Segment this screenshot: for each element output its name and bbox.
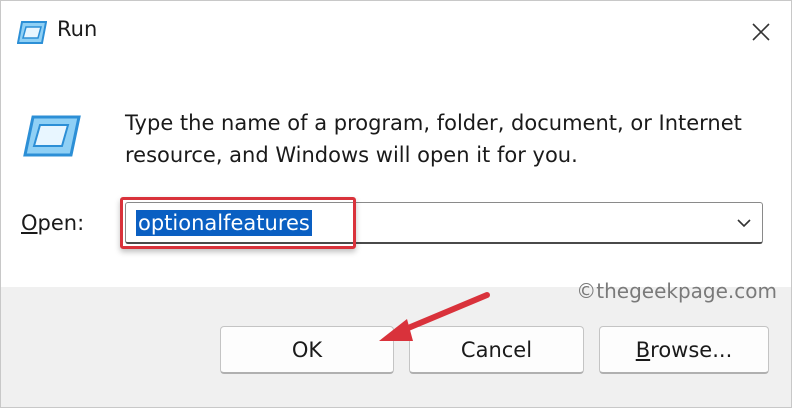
open-label-accelerator: O bbox=[21, 211, 38, 235]
ok-button[interactable]: OK bbox=[220, 326, 394, 374]
watermark: ©thegeekpage.com bbox=[576, 279, 777, 303]
ok-button-label: OK bbox=[291, 337, 323, 362]
open-label-text: pen: bbox=[37, 211, 85, 235]
close-icon bbox=[752, 23, 770, 41]
browse-button-label: rowse... bbox=[650, 337, 733, 362]
run-app-icon bbox=[23, 115, 81, 157]
close-button[interactable] bbox=[731, 1, 791, 63]
annotation-highlight-box bbox=[120, 197, 356, 249]
window-title: Run bbox=[57, 17, 98, 41]
run-app-icon bbox=[17, 21, 47, 44]
browse-button[interactable]: Browse... bbox=[599, 326, 769, 374]
run-dialog-window: Run Type the name of a program, folder, … bbox=[0, 0, 792, 408]
run-description: Type the name of a program, folder, docu… bbox=[125, 111, 742, 167]
browse-button-accelerator: B bbox=[635, 337, 651, 362]
open-label: Open: bbox=[21, 211, 84, 235]
title-bar[interactable]: Run bbox=[1, 1, 791, 63]
chevron-down-icon[interactable] bbox=[734, 213, 754, 233]
annotation-arrow-icon bbox=[379, 292, 490, 341]
